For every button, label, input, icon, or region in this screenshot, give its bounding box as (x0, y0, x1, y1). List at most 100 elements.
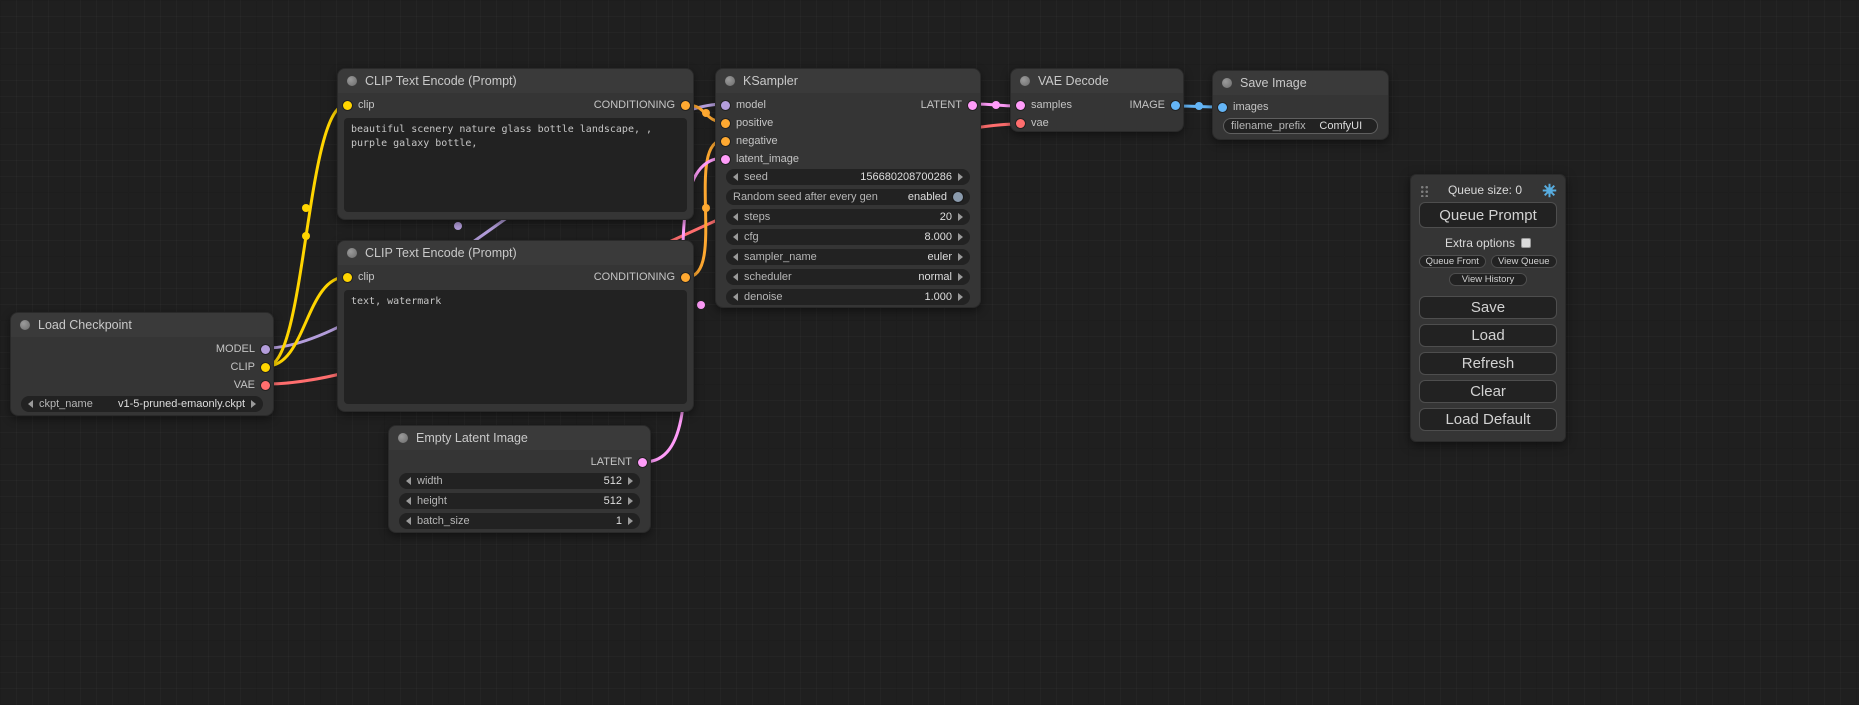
view-queue-button[interactable]: View Queue (1491, 255, 1558, 268)
increment-arrow-icon[interactable] (958, 293, 963, 301)
widget-steps[interactable]: steps 20 (726, 209, 970, 225)
widget-filename-prefix[interactable]: filename_prefix ComfyUI (1223, 118, 1378, 134)
decrement-arrow-icon[interactable] (406, 517, 411, 525)
node-title-bar[interactable]: CLIP Text Encode (Prompt) (338, 241, 693, 265)
conditioning-output-port[interactable] (681, 273, 690, 282)
node-title-bar[interactable]: Save Image (1213, 71, 1388, 95)
widget-height[interactable]: height 512 (399, 493, 640, 509)
collapse-dot-icon[interactable] (1222, 78, 1232, 88)
widget-seed[interactable]: seed 156680208700286 (726, 169, 970, 185)
collapse-dot-icon[interactable] (347, 76, 357, 86)
node-title-bar[interactable]: KSampler (716, 69, 980, 93)
wire-midpoint-dot (302, 204, 310, 212)
decrement-arrow-icon[interactable] (28, 400, 33, 408)
widget-value: 512 (604, 495, 622, 507)
node-title: CLIP Text Encode (Prompt) (365, 74, 517, 88)
decrement-arrow-icon[interactable] (733, 173, 738, 181)
collapse-dot-icon[interactable] (1020, 76, 1030, 86)
decrement-arrow-icon[interactable] (406, 477, 411, 485)
model-output-port[interactable] (261, 345, 270, 354)
wire-midpoint-dot (697, 301, 705, 309)
node-empty-latent-image[interactable]: Empty Latent Image LATENT width 512 heig… (388, 425, 651, 533)
node-title-bar[interactable]: Empty Latent Image (389, 426, 650, 450)
increment-arrow-icon[interactable] (958, 233, 963, 241)
increment-arrow-icon[interactable] (628, 477, 633, 485)
collapse-dot-icon[interactable] (347, 248, 357, 258)
wire-midpoint-dot (1195, 102, 1203, 110)
image-output-port[interactable] (1171, 101, 1180, 110)
node-save-image[interactable]: Save Image images filename_prefix ComfyU… (1212, 70, 1389, 140)
clip-input-port[interactable] (343, 273, 352, 282)
decrement-arrow-icon[interactable] (733, 213, 738, 221)
increment-arrow-icon[interactable] (958, 173, 963, 181)
port-label: negative (736, 135, 778, 147)
wire-midpoint-dot (702, 109, 710, 117)
queue-panel[interactable]: Queue size: 0 Queue Prompt Extra options (1410, 174, 1566, 442)
decrement-arrow-icon[interactable] (733, 253, 738, 261)
node-clip-text-encode-negative[interactable]: CLIP Text Encode (Prompt) clip CONDITION… (337, 240, 694, 412)
decrement-arrow-icon[interactable] (733, 273, 738, 281)
graph-canvas[interactable]: Load Checkpoint MODEL CLIP VAE ckpt_name… (0, 0, 1859, 705)
decrement-arrow-icon[interactable] (406, 497, 411, 505)
load-button[interactable]: Load (1419, 324, 1557, 347)
increment-arrow-icon[interactable] (958, 253, 963, 261)
collapse-dot-icon[interactable] (20, 320, 30, 330)
queue-front-button[interactable]: Queue Front (1419, 255, 1486, 268)
widget-random-seed-toggle[interactable]: Random seed after every gen enabled (726, 189, 970, 205)
widget-cfg[interactable]: cfg 8.000 (726, 229, 970, 245)
node-title-bar[interactable]: CLIP Text Encode (Prompt) (338, 69, 693, 93)
negative-prompt-textarea[interactable]: text, watermark (344, 290, 687, 404)
widget-label: steps (744, 211, 770, 223)
decrement-arrow-icon[interactable] (733, 293, 738, 301)
save-button[interactable]: Save (1419, 296, 1557, 319)
samples-input-port[interactable] (1016, 101, 1025, 110)
view-history-button[interactable]: View History (1449, 273, 1527, 286)
port-label: VAE (234, 379, 255, 391)
negative-input-port[interactable] (721, 137, 730, 146)
collapse-dot-icon[interactable] (398, 433, 408, 443)
toggle-dot-icon[interactable] (953, 192, 963, 202)
positive-input-port[interactable] (721, 119, 730, 128)
images-input-port[interactable] (1218, 103, 1227, 112)
conditioning-output-port[interactable] (681, 101, 690, 110)
widget-scheduler[interactable]: scheduler normal (726, 269, 970, 285)
increment-arrow-icon[interactable] (958, 273, 963, 281)
extra-options-checkbox[interactable] (1521, 238, 1531, 248)
latent-output-port[interactable] (968, 101, 977, 110)
node-title-bar[interactable]: Load Checkpoint (11, 313, 273, 337)
widget-sampler-name[interactable]: sampler_name euler (726, 249, 970, 265)
increment-arrow-icon[interactable] (251, 400, 256, 408)
positive-prompt-textarea[interactable]: beautiful scenery nature glass bottle la… (344, 118, 687, 212)
port-label: clip (358, 271, 375, 283)
clip-input-port[interactable] (343, 101, 352, 110)
node-load-checkpoint[interactable]: Load Checkpoint MODEL CLIP VAE ckpt_name… (10, 312, 274, 416)
refresh-button[interactable]: Refresh (1419, 352, 1557, 375)
vae-input-port[interactable] (1016, 119, 1025, 128)
queue-prompt-button[interactable]: Queue Prompt (1419, 202, 1557, 228)
vae-output-port[interactable] (261, 381, 270, 390)
latent-output-port[interactable] (638, 458, 647, 467)
model-input-port[interactable] (721, 101, 730, 110)
increment-arrow-icon[interactable] (628, 497, 633, 505)
node-title-bar[interactable]: VAE Decode (1011, 69, 1183, 93)
drag-handle-icon[interactable] (1419, 184, 1428, 197)
port-label: latent_image (736, 153, 799, 165)
port-label: LATENT (591, 456, 632, 468)
load-default-button[interactable]: Load Default (1419, 408, 1557, 431)
clear-button[interactable]: Clear (1419, 380, 1557, 403)
node-ksampler[interactable]: KSampler model LATENT positive (715, 68, 981, 308)
node-clip-text-encode-positive[interactable]: CLIP Text Encode (Prompt) clip CONDITION… (337, 68, 694, 220)
widget-denoise[interactable]: denoise 1.000 (726, 289, 970, 305)
latent-image-input-port[interactable] (721, 155, 730, 164)
widget-batch-size[interactable]: batch_size 1 (399, 513, 640, 529)
widget-ckpt-name[interactable]: ckpt_name v1-5-pruned-emaonly.ckpt (21, 396, 263, 412)
clip-output-port[interactable] (261, 363, 270, 372)
widget-value: 1 (616, 515, 622, 527)
decrement-arrow-icon[interactable] (733, 233, 738, 241)
increment-arrow-icon[interactable] (628, 517, 633, 525)
widget-width[interactable]: width 512 (399, 473, 640, 489)
node-vae-decode[interactable]: VAE Decode samples IMAGE vae (1010, 68, 1184, 132)
increment-arrow-icon[interactable] (958, 213, 963, 221)
collapse-dot-icon[interactable] (725, 76, 735, 86)
settings-gear-icon[interactable] (1542, 183, 1557, 198)
